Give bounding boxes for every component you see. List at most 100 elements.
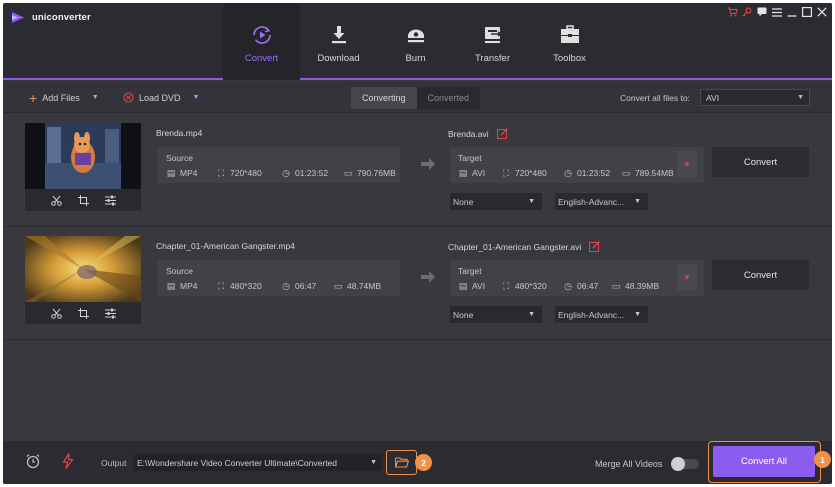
cart-icon[interactable] xyxy=(726,6,738,18)
tab-transfer[interactable]: Transfer xyxy=(454,3,531,80)
app-logo: uniconverter xyxy=(11,11,91,24)
menu-icon[interactable] xyxy=(771,6,783,18)
add-files-label: Add Files xyxy=(42,92,80,103)
chevron-down-icon: ▼ xyxy=(634,311,641,318)
resolution-icon: ⛶ xyxy=(502,281,510,291)
tab-convert[interactable]: Convert xyxy=(223,3,300,80)
edit-icon[interactable] xyxy=(589,241,601,252)
chevron-down-icon[interactable]: ▼ xyxy=(193,94,200,101)
tab-burn[interactable]: Burn xyxy=(377,3,454,80)
convert-button[interactable]: Convert xyxy=(712,147,809,177)
toggle-knob xyxy=(671,457,685,471)
crop-icon[interactable] xyxy=(77,195,89,206)
lightning-icon[interactable] xyxy=(61,453,75,469)
load-dvd-button[interactable]: Load DVD ▼ xyxy=(123,82,199,113)
resolution-icon: ⛶ xyxy=(217,281,225,291)
tab-download[interactable]: Download xyxy=(300,3,377,80)
subtitle-select[interactable]: None ▼ xyxy=(450,306,542,323)
close-icon[interactable] xyxy=(816,6,828,18)
folder-icon: ▭ xyxy=(343,168,353,178)
chevron-down-icon: ▼ xyxy=(528,311,535,318)
tab-burn-label: Burn xyxy=(405,53,426,64)
output-path-select[interactable]: E:\Wondershare Video Converter Ultimate\… xyxy=(134,454,382,471)
output-format-select[interactable]: AVI ▼ xyxy=(700,89,810,106)
source-title: Source xyxy=(166,153,193,163)
duration-cell: ◷ 01:23:52 xyxy=(281,168,343,178)
chat-icon[interactable] xyxy=(756,6,768,18)
size-cell: ▭ 48.74MB xyxy=(333,281,381,291)
subtitle-select[interactable]: None ▼ xyxy=(450,193,542,210)
video-thumbnail[interactable] xyxy=(25,123,141,189)
tab-download-label: Download xyxy=(317,53,360,64)
target-title: Target xyxy=(458,153,482,163)
alarm-clock-icon[interactable] xyxy=(25,453,41,469)
target-filename-row: Chapter_01-American Gangster.avi xyxy=(448,241,601,252)
tab-toolbox[interactable]: Toolbox xyxy=(531,3,608,80)
source-size: 790.76MB xyxy=(357,168,396,178)
format-cell: ▤ AVI xyxy=(458,281,501,291)
merge-toggle[interactable] xyxy=(671,457,699,471)
merge-all-label: Merge All Videos xyxy=(595,459,663,469)
source-info: Source ▤ MP4 ⛶ 480*320 ◷ 06:47 ▭ 48.74MB xyxy=(158,260,400,296)
folder-icon: ▭ xyxy=(621,168,631,178)
target-settings-dropdown[interactable]: ▼ xyxy=(677,151,697,177)
format-cell: ▤ MP4 xyxy=(166,281,216,291)
thumbnail-panel xyxy=(25,236,141,324)
maximize-icon[interactable] xyxy=(801,6,813,18)
tab-transfer-label: Transfer xyxy=(474,53,511,64)
format-cell: ▤ AVI xyxy=(458,168,501,178)
film-icon: ▤ xyxy=(166,168,176,178)
open-folder-button[interactable] xyxy=(386,450,417,475)
resolution-cell: ⛶ 480*320 xyxy=(501,281,563,291)
tab-converted[interactable]: Converted xyxy=(416,87,481,109)
resolution-cell: ⛶ 480*320 xyxy=(216,281,281,291)
convert-all-highlight: Convert All xyxy=(708,441,821,483)
subtitle-value: None xyxy=(453,309,474,320)
scissors-icon[interactable] xyxy=(50,308,62,319)
target-details: ▤ AVI ⛶ 480*320 ◷ 06:47 ▭ 48.39MB xyxy=(458,281,659,291)
audio-select[interactable]: English-Advanc... ▼ xyxy=(555,193,648,210)
effects-icon[interactable] xyxy=(104,308,116,319)
convert-button[interactable]: Convert xyxy=(712,260,809,290)
chevron-down-icon[interactable]: ▼ xyxy=(92,94,99,101)
key-icon[interactable] xyxy=(741,6,753,18)
minimize-icon[interactable] xyxy=(786,6,798,18)
duration-cell: ◷ 01:23:52 xyxy=(563,168,621,178)
status-tabs: Converting Converted xyxy=(351,87,481,109)
source-filename: Brenda.mp4 xyxy=(156,128,203,138)
tab-converting[interactable]: Converting xyxy=(351,87,417,109)
size-cell: ▭ 789.54MB xyxy=(621,168,674,178)
audio-select[interactable]: English-Advanc... ▼ xyxy=(555,306,648,323)
target-filename-row: Brenda.avi xyxy=(448,128,508,139)
crop-icon[interactable] xyxy=(77,308,89,319)
target-filename: Chapter_01-American Gangster.avi xyxy=(448,241,582,252)
output-path-value: E:\Wondershare Video Converter Ultimate\… xyxy=(137,457,338,468)
video-thumbnail[interactable] xyxy=(25,236,141,302)
file-list: Brenda.mp4 Source ▤ MP4 ⛶ 720*480 ◷ 01:23:5… xyxy=(3,114,832,441)
format-cell: ▤ MP4 xyxy=(166,168,216,178)
target-size: 789.54MB xyxy=(635,168,674,178)
chevron-down-icon: ▼ xyxy=(370,459,377,466)
duration-cell: ◷ 06:47 xyxy=(281,281,333,291)
file-row: Chapter_01-American Gangster.mp4 Source … xyxy=(3,227,832,340)
edit-icon[interactable] xyxy=(496,128,508,139)
resolution-cell: ⛶ 720*480 xyxy=(501,168,563,178)
thumbnail-panel xyxy=(25,123,141,211)
target-filename: Brenda.avi xyxy=(448,128,489,139)
tab-convert-label: Convert xyxy=(244,53,279,64)
add-files-button[interactable]: + Add Files ▼ xyxy=(29,82,99,113)
scissors-icon[interactable] xyxy=(50,195,62,206)
source-details: ▤ MP4 ⛶ 480*320 ◷ 06:47 ▭ 48.74MB xyxy=(166,281,381,291)
convert-all-button[interactable]: Convert All xyxy=(713,446,815,477)
subtitle-value: None xyxy=(453,196,474,207)
source-details: ▤ MP4 ⛶ 720*480 ◷ 01:23:52 ▭ 790.76MB xyxy=(166,168,396,178)
effects-icon[interactable] xyxy=(104,195,116,206)
source-filename: Chapter_01-American Gangster.mp4 xyxy=(156,241,295,251)
output-label: Output xyxy=(101,458,127,468)
target-format: AVI xyxy=(472,281,486,291)
chevron-down-icon: ▼ xyxy=(634,198,641,205)
target-resolution: 480*320 xyxy=(515,281,547,291)
resolution-icon: ⛶ xyxy=(217,168,225,178)
bottom-bar: Output E:\Wondershare Video Converter Ul… xyxy=(3,441,832,484)
target-settings-dropdown[interactable]: ▼ xyxy=(677,264,697,290)
